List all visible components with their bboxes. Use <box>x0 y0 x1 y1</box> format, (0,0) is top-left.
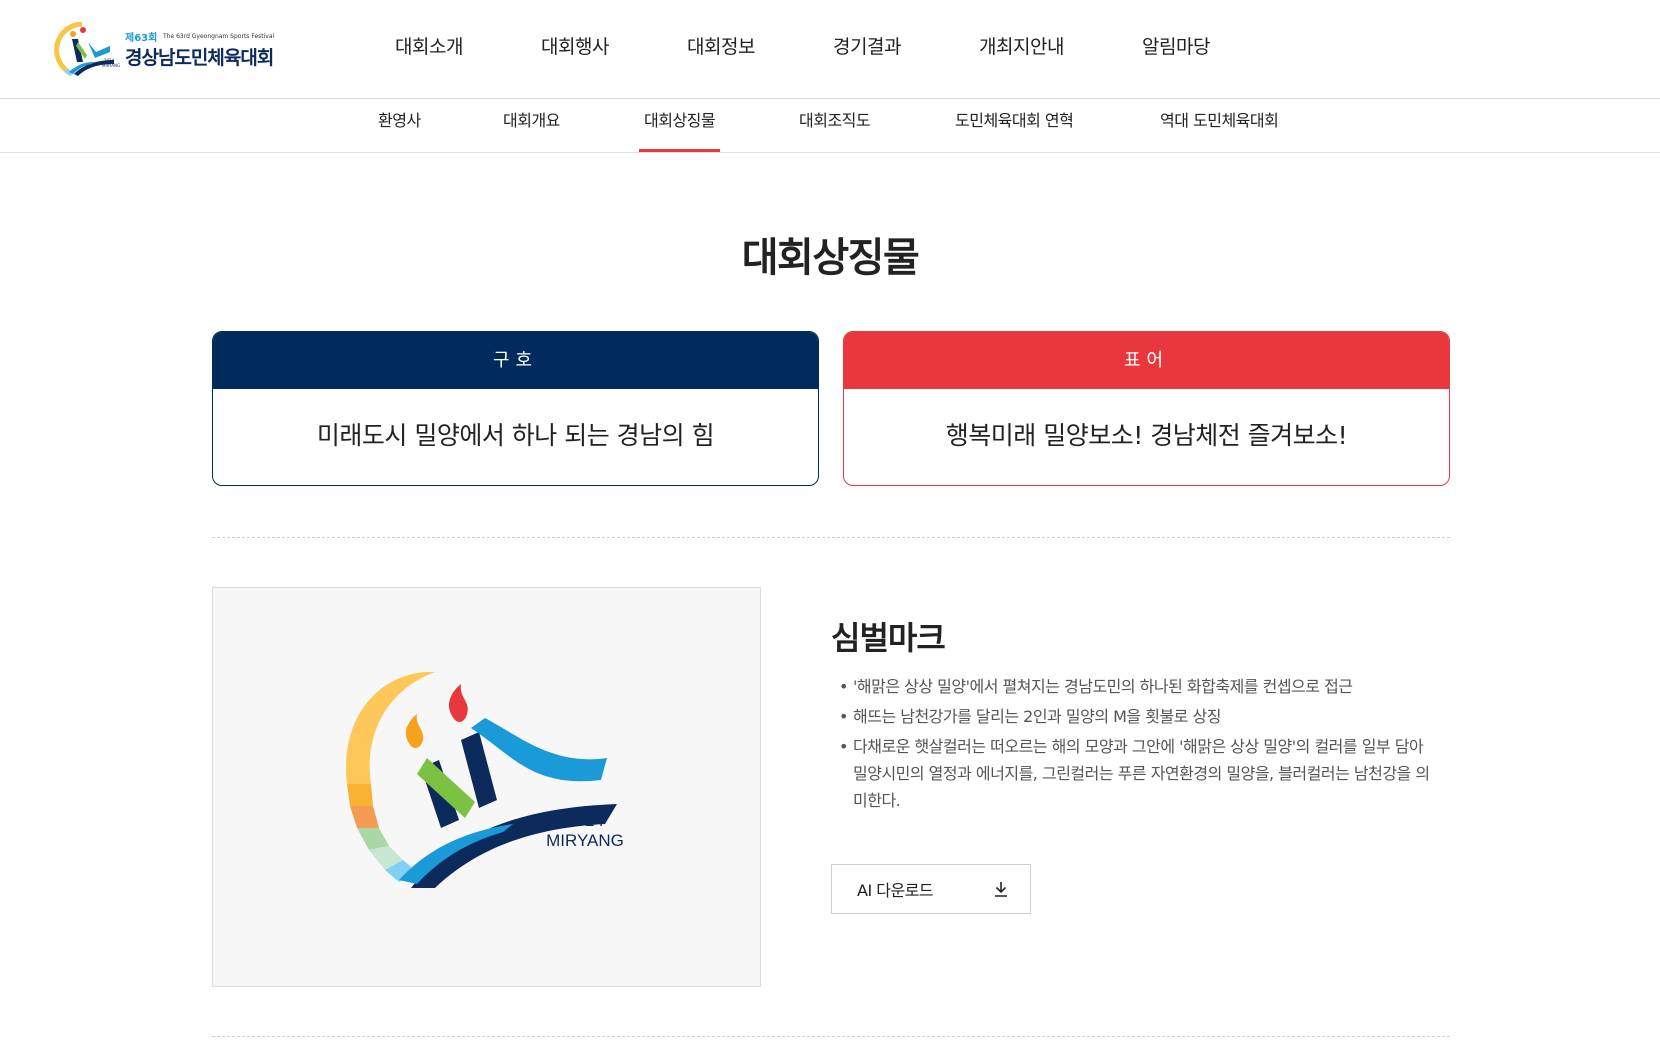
nav-item-results[interactable]: 경기결과 <box>818 0 916 99</box>
symbol-section-title: 심벌마크 <box>831 619 946 657</box>
subnav-item-past-events[interactable]: 역대 도민체육대회 <box>1160 100 1279 152</box>
list-item: '해맑은 상상 밀양'에서 펼쳐지는 경남도민의 하나된 화합축제를 컨셉으로 … <box>837 673 1437 700</box>
nav-item-host-guide[interactable]: 개최지안내 <box>964 0 1079 99</box>
list-item: 다채로운 햇살컬러는 떠오르는 해의 모양과 그안에 '해맑은 상상 밀양'의 … <box>837 733 1437 814</box>
subnav-item-organization[interactable]: 대회조직도 <box>799 100 871 152</box>
subnav-item-history[interactable]: 도민체육대회 연혁 <box>955 100 1074 152</box>
motto-card-header: 표어 <box>844 332 1449 389</box>
page-title: 대회상징물 <box>741 235 920 281</box>
nav-item-events[interactable]: 대회행사 <box>526 0 624 99</box>
slogan-text: 미래도시 밀양에서 하나 되는 경남의 힘 <box>316 421 715 450</box>
sub-nav: 환영사 대회개요 대회상징물 대회조직도 도민체육대회 연혁 역대 도민체육대회 <box>0 100 1660 153</box>
ai-download-button[interactable]: AI 다운로드 <box>831 864 1031 914</box>
logo-edition: 제63회 <box>125 33 158 44</box>
subnav-item-welcome[interactable]: 환영사 <box>378 100 421 152</box>
section-divider <box>212 1036 1450 1037</box>
symbol-description-list: '해맑은 상상 밀양'에서 펼쳐지는 경남도민의 하나된 화합축제를 컨셉으로 … <box>837 673 1437 817</box>
section-divider <box>212 537 1450 538</box>
symbol-mark-image: 2024 MIRYANG <box>212 587 761 987</box>
nav-item-notice[interactable]: 알림마당 <box>1127 0 1225 99</box>
slogan-card-header: 구호 <box>213 332 818 389</box>
logo-year: 2024 MIRYANG <box>102 58 121 68</box>
site-header: 2024 MIRYANG 제63회 The 63rd Gyeongnam Spor… <box>0 0 1660 99</box>
subnav-item-overview[interactable]: 대회개요 <box>503 100 560 152</box>
logo-name: 경상남도민체육대회 <box>125 47 274 69</box>
subnav-item-symbols[interactable]: 대회상징물 <box>638 100 721 152</box>
motto-text: 행복미래 밀양보소! 경남체전 즐겨보소! <box>945 421 1348 450</box>
download-button-label: AI 다운로드 <box>857 881 934 900</box>
symbol-mark-emblem-icon: 2024 MIRYANG <box>346 671 624 888</box>
nav-item-info[interactable]: 대회정보 <box>672 0 770 99</box>
slogan-card: 구호 미래도시 밀양에서 하나 되는 경남의 힘 <box>212 331 819 486</box>
site-logo[interactable]: 2024 MIRYANG 제63회 The 63rd Gyeongnam Spor… <box>52 22 297 78</box>
list-item: 해뜨는 남천강가를 달리는 2인과 밀양의 M을 횟불로 상징 <box>837 703 1437 730</box>
main-nav: 대회소개 대회행사 대회정보 경기결과 개최지안내 알림마당 <box>380 0 1225 99</box>
logo-emblem-icon <box>54 22 114 77</box>
download-icon <box>995 882 1007 897</box>
symbol-city-text: MIRYANG <box>546 831 624 850</box>
logo-subtitle: The 63rd Gyeongnam Sports Festival <box>163 33 275 40</box>
nav-item-intro[interactable]: 대회소개 <box>380 0 478 99</box>
motto-card: 표어 행복미래 밀양보소! 경남체전 즐겨보소! <box>843 331 1450 486</box>
symbol-year-text: 2024 <box>566 811 604 830</box>
